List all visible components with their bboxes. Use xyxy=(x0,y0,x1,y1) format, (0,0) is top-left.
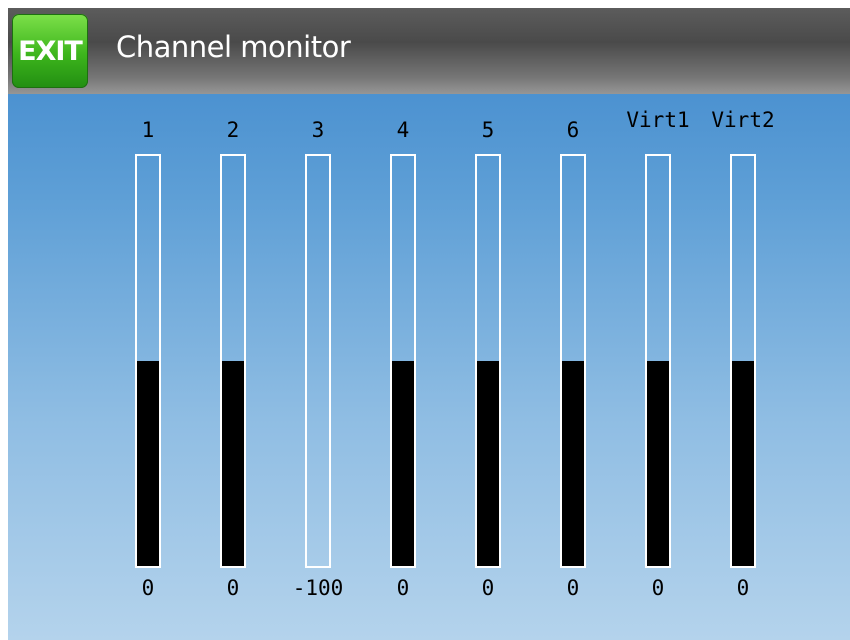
channel-value: 0 xyxy=(226,576,240,600)
channel-value: -100 xyxy=(292,576,344,600)
channel-label: 2 xyxy=(226,118,240,142)
channel-bar xyxy=(645,154,671,568)
channel-bar-fill xyxy=(562,361,584,566)
channel-label: Virt2 xyxy=(711,108,775,132)
channel-bar xyxy=(390,154,416,568)
channel-bar-fill xyxy=(647,361,669,566)
channel-bar xyxy=(730,154,756,568)
channel-value: 0 xyxy=(651,576,665,600)
channel-bar-fill xyxy=(222,361,244,566)
channel-bar-fill xyxy=(732,361,754,566)
channel-value: 0 xyxy=(481,576,495,600)
channel-5: 5 0 xyxy=(443,94,533,640)
channel-virt2: Virt2 0 xyxy=(698,94,788,640)
channel-label: 4 xyxy=(396,118,410,142)
channel-bar xyxy=(135,154,161,568)
channel-monitor-screen: EXIT Channel monitor 1 0 2 0 3 -100 4 0 … xyxy=(8,8,850,640)
channel-virt1: Virt1 0 xyxy=(613,94,703,640)
channel-label: Virt1 xyxy=(626,108,690,132)
channel-value: 0 xyxy=(566,576,580,600)
channel-bar xyxy=(560,154,586,568)
channel-value: 0 xyxy=(141,576,155,600)
channel-bar-fill xyxy=(477,361,499,566)
channel-label: 6 xyxy=(566,118,580,142)
channel-bar xyxy=(220,154,246,568)
channel-value: 0 xyxy=(736,576,750,600)
channel-bar-fill xyxy=(137,361,159,566)
exit-button[interactable]: EXIT xyxy=(12,14,88,88)
channel-3: 3 -100 xyxy=(273,94,363,640)
channel-label: 5 xyxy=(481,118,495,142)
page-title: Channel monitor xyxy=(116,30,351,64)
channel-6: 6 0 xyxy=(528,94,618,640)
channel-1: 1 0 xyxy=(103,94,193,640)
channel-4: 4 0 xyxy=(358,94,448,640)
channel-label: 1 xyxy=(141,118,155,142)
channel-value: 0 xyxy=(396,576,410,600)
channel-2: 2 0 xyxy=(188,94,278,640)
channel-bar xyxy=(475,154,501,568)
channel-bar xyxy=(305,154,331,568)
header-bar: EXIT Channel monitor xyxy=(8,8,850,94)
channel-label: 3 xyxy=(311,118,325,142)
channel-bar-fill xyxy=(392,361,414,566)
